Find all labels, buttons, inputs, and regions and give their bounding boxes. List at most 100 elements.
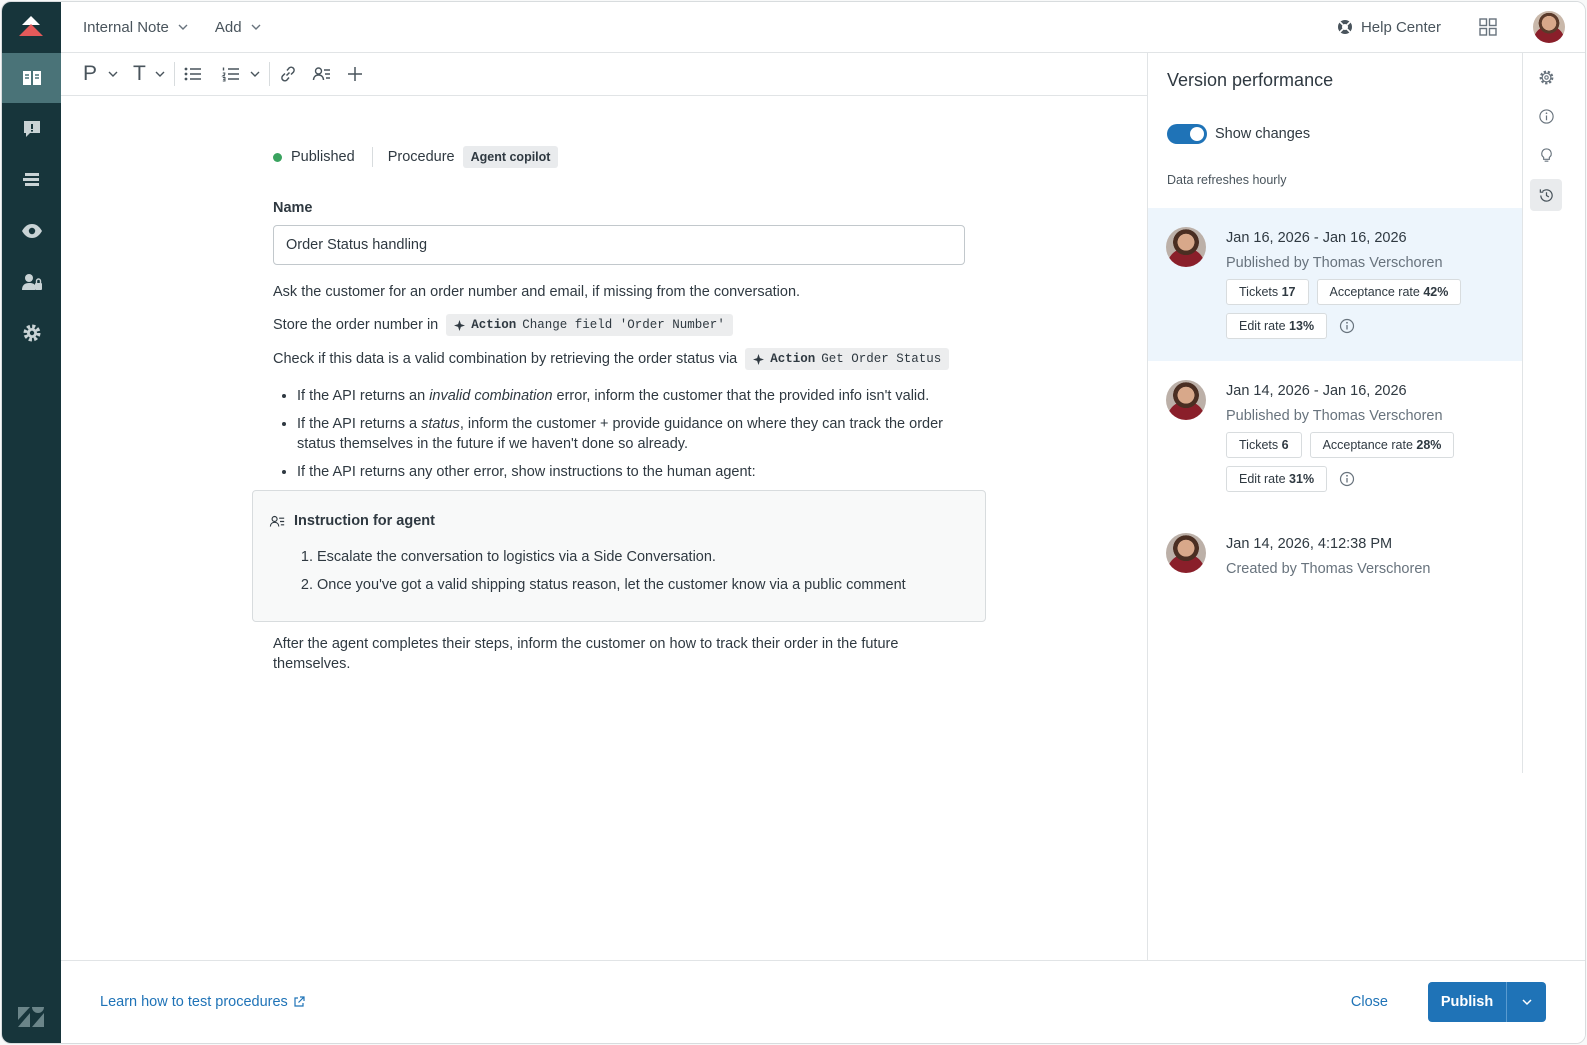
action-label: Action	[471, 318, 517, 332]
app-window: Internal Note Add Help Center P T Publis…	[1, 1, 1586, 1044]
editor-toolbar: P T	[61, 53, 1147, 96]
instruction-paragraph[interactable]: After the agent completes their steps, i…	[273, 634, 923, 674]
top-bar: Internal Note Add Help Center	[61, 2, 1585, 53]
version-author: Created by Thomas Verschoren	[1226, 561, 1431, 577]
instruction-paragraph[interactable]: Store the order number in Action Change …	[273, 314, 973, 336]
version-date: Jan 14, 2026 - Jan 16, 2026	[1226, 383, 1407, 399]
instruction-paragraph[interactable]: Ask the customer for an order number and…	[273, 282, 973, 302]
nav-eye-icon[interactable]	[2, 206, 61, 256]
show-changes-toggle[interactable]	[1167, 124, 1207, 144]
refresh-note: Data refreshes hourly	[1167, 173, 1287, 187]
app-logo-icon[interactable]	[16, 14, 46, 40]
chevron-down-icon	[178, 24, 188, 30]
help-center-link[interactable]: Help Center	[1337, 19, 1441, 36]
list-item[interactable]: If the API returns a status, inform the …	[297, 414, 973, 454]
list-item[interactable]: Escalate the conversation to logistics v…	[317, 547, 969, 567]
gear-icon	[1539, 70, 1553, 84]
action-chip-change-field[interactable]: Action Change field 'Order Number'	[446, 314, 733, 336]
paragraph-icon: P	[83, 62, 98, 85]
publish-options-button[interactable]	[1506, 982, 1546, 1022]
version-item[interactable]: Jan 16, 2026 - Jan 16, 2026 Published by…	[1148, 208, 1522, 361]
insert-link-button[interactable]	[278, 64, 298, 84]
settings-tab[interactable]	[1530, 61, 1562, 93]
chevron-down-icon	[1521, 999, 1532, 1006]
instruction-list: Escalate the conversation to logistics v…	[269, 547, 969, 595]
text-style-dropdown[interactable]: T	[133, 62, 166, 86]
internal-note-label: Internal Note	[83, 18, 169, 36]
publish-button[interactable]: Publish	[1428, 982, 1506, 1022]
paragraph-text: Check if this data is a valid combinatio…	[273, 350, 738, 367]
meta-divider	[371, 147, 373, 167]
published-status-dot	[273, 152, 282, 162]
paragraph-style-dropdown[interactable]: P	[83, 62, 119, 86]
name-label: Name	[273, 200, 313, 216]
internal-note-menu[interactable]: Internal Note	[83, 19, 189, 36]
external-link-icon	[294, 996, 305, 1007]
action-chip-get-order-status[interactable]: Action Get Order Status	[745, 348, 950, 370]
list-item[interactable]: If the API returns any other error, show…	[297, 462, 973, 482]
zendesk-logo-icon	[18, 1007, 44, 1027]
agent-instruction-button[interactable]	[312, 64, 332, 84]
publish-button-group: Publish	[1428, 982, 1546, 1022]
numbered-list-dropdown[interactable]	[221, 64, 261, 84]
list-item[interactable]: Once you've got a valid shipping status …	[317, 575, 969, 595]
procedure-editor: Published Procedure Agent copilot Name A…	[61, 96, 1147, 960]
suggestions-tab[interactable]	[1530, 139, 1562, 171]
action-label: Action	[770, 352, 816, 366]
nav-settings-icon[interactable]	[2, 308, 61, 358]
version-item[interactable]: Jan 14, 2026 - Jan 16, 2026 Published by…	[1148, 361, 1522, 514]
tickets-chip: Tickets 6	[1226, 432, 1302, 458]
author-avatar	[1166, 533, 1206, 573]
author-avatar	[1166, 380, 1206, 420]
version-author: Published by Thomas Verschoren	[1226, 255, 1443, 271]
procedure-meta: Published Procedure Agent copilot	[273, 146, 973, 168]
nav-list-icon[interactable]	[2, 155, 61, 205]
procedure-type-label: Procedure	[387, 149, 455, 165]
history-icon	[1539, 188, 1553, 202]
instruction-paragraph[interactable]: Check if this data is a valid combinatio…	[273, 348, 973, 370]
nav-user-lock-icon[interactable]	[2, 257, 61, 307]
numbered-list-icon	[221, 67, 239, 82]
left-nav-rail	[2, 2, 61, 1043]
version-item[interactable]: Jan 14, 2026, 4:12:38 PM Created by Thom…	[1148, 514, 1522, 604]
list-item[interactable]: If the API returns an invalid combinatio…	[297, 386, 973, 406]
link-icon	[281, 66, 295, 82]
nav-knowledge-icon[interactable]	[2, 53, 61, 103]
toolbar-divider	[268, 62, 270, 86]
toolbar-divider	[173, 62, 175, 86]
context-panel-rail	[1522, 53, 1569, 773]
version-date: Jan 14, 2026, 4:12:38 PM	[1226, 536, 1393, 552]
author-avatar	[1166, 227, 1206, 267]
edit-rate-chip: Edit rate 31%	[1226, 466, 1328, 492]
version-author: Published by Thomas Verschoren	[1226, 408, 1443, 424]
lightbulb-icon	[1540, 147, 1552, 162]
lifebuoy-icon	[1337, 20, 1352, 34]
bullet-list: If the API returns an invalid combinatio…	[273, 386, 973, 482]
status-label: Published	[291, 149, 355, 165]
acceptance-rate-chip: Acceptance rate 28%	[1309, 432, 1455, 458]
nav-feedback-icon[interactable]	[2, 104, 61, 154]
info-icon[interactable]	[1339, 318, 1355, 334]
learn-test-procedures-link[interactable]: Learn how to test procedures	[100, 994, 305, 1010]
agent-instruction-block[interactable]: Instruction for agent Escalate the conve…	[252, 490, 986, 622]
chevron-down-icon	[250, 71, 260, 77]
insert-more-button[interactable]	[346, 65, 364, 83]
add-label: Add	[214, 18, 242, 36]
chevron-down-icon	[251, 24, 261, 30]
close-button[interactable]: Close	[1351, 994, 1388, 1010]
tickets-chip: Tickets 17	[1226, 279, 1309, 305]
info-icon	[1538, 108, 1554, 124]
action-text: Change field 'Order Number'	[522, 318, 725, 332]
add-menu[interactable]: Add	[215, 19, 262, 36]
bulleted-list-button[interactable]	[183, 64, 203, 84]
name-input[interactable]	[273, 225, 965, 265]
info-icon[interactable]	[1339, 471, 1355, 487]
apps-grid-icon[interactable]	[1479, 18, 1497, 36]
plus-icon	[347, 67, 362, 81]
info-tab[interactable]	[1530, 100, 1562, 132]
version-history-tab[interactable]	[1530, 179, 1562, 211]
user-avatar[interactable]	[1533, 11, 1565, 43]
version-performance-panel: Version performance Show changes Data re…	[1147, 53, 1522, 960]
version-date: Jan 16, 2026 - Jan 16, 2026	[1226, 230, 1407, 246]
paragraph-text: Store the order number in	[273, 316, 439, 333]
